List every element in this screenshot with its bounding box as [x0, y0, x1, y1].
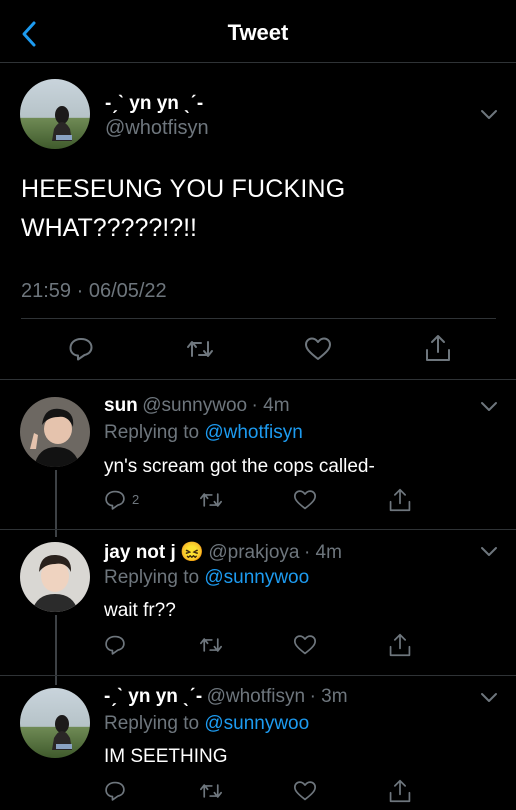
retweet-button[interactable] — [199, 634, 223, 656]
avatar[interactable] — [20, 79, 90, 149]
retweet-icon — [200, 784, 222, 798]
name-emoji: 😖 — [180, 542, 204, 563]
reply-age[interactable]: · 3m — [310, 686, 348, 707]
reply-age[interactable]: · 4m — [304, 542, 342, 563]
retweet-icon — [187, 341, 213, 357]
reply-header: jay not j 😖 @prakjoya · 4m — [104, 540, 342, 564]
reply-handle[interactable]: @sunnywoo — [142, 395, 247, 416]
share-icon — [389, 779, 411, 803]
reply-icon — [105, 490, 125, 510]
caret-down-icon — [481, 402, 497, 411]
caret-down-icon — [481, 110, 497, 119]
reply-count: 2 — [132, 492, 140, 507]
caret-down-icon — [481, 547, 497, 556]
retweet-button[interactable] — [199, 489, 223, 511]
reply-icon — [69, 338, 93, 361]
like-icon — [293, 635, 316, 655]
like-button[interactable] — [304, 336, 332, 362]
avatar[interactable] — [20, 542, 90, 612]
replying-to-link[interactable]: @sunnywoo — [204, 567, 309, 588]
tweet-text-line1: HEESEUNG YOU FUCKING — [21, 175, 346, 203]
retweet-button[interactable] — [186, 336, 214, 362]
like-icon — [293, 490, 316, 510]
retweet-icon — [200, 638, 222, 652]
reply-display-name[interactable]: -ˏˋ yn yn ˎˊ- — [104, 686, 202, 707]
replying-to: Replying to @sunnywoo — [104, 567, 309, 589]
like-icon — [305, 337, 331, 360]
share-icon — [389, 488, 411, 512]
replying-to: Replying to @sunnywoo — [104, 713, 309, 735]
actions-divider — [0, 379, 516, 380]
page-title: Tweet — [227, 20, 289, 45]
avatar[interactable] — [20, 688, 90, 758]
reply-divider — [0, 529, 516, 530]
like-icon — [293, 781, 316, 801]
author-display-name[interactable]: -ˏˋ yn yn ˎˊ- — [105, 93, 203, 115]
share-button[interactable] — [388, 487, 412, 513]
reply-text: wait fr?? — [104, 600, 176, 621]
retweet-icon — [200, 493, 222, 507]
caret-down-icon — [481, 693, 497, 702]
avatar[interactable] — [20, 397, 90, 467]
reply-age[interactable]: · 4m — [252, 395, 290, 416]
reply-button[interactable]: 2 — [104, 489, 148, 511]
reply-text: IM SEETHING — [104, 746, 228, 767]
reply-divider — [0, 675, 516, 676]
share-icon — [426, 335, 450, 361]
more-options-button[interactable] — [478, 687, 500, 709]
like-button[interactable] — [293, 780, 317, 802]
reply-display-name[interactable]: jay not j — [104, 542, 176, 563]
share-button[interactable] — [388, 632, 412, 658]
share-button[interactable] — [424, 333, 452, 363]
reply-text: yn's scream got the cops called- — [104, 456, 375, 477]
like-button[interactable] — [293, 489, 317, 511]
reply-button[interactable] — [104, 634, 128, 656]
header-divider — [0, 62, 516, 63]
tweet-timestamp[interactable]: 21:59 · 06/05/22 — [21, 280, 167, 303]
replying-to: Replying to @whotfisyn — [104, 422, 303, 444]
reply-button[interactable] — [68, 336, 94, 362]
thread-connector — [55, 470, 57, 537]
more-options-button[interactable] — [478, 104, 500, 126]
share-button[interactable] — [388, 778, 412, 804]
reply-header: -ˏˋ yn yn ˎˊ- @whotfisyn · 3m — [104, 686, 348, 708]
replying-to-link[interactable]: @sunnywoo — [204, 713, 309, 734]
reply-icon — [105, 781, 125, 801]
retweet-button[interactable] — [199, 780, 223, 802]
reply-display-name[interactable]: sun — [104, 395, 138, 416]
replying-to-link[interactable]: @whotfisyn — [204, 422, 303, 443]
reply-header: sun @sunnywoo · 4m — [104, 395, 290, 417]
more-options-button[interactable] — [478, 396, 500, 418]
reply-icon — [105, 635, 125, 655]
like-button[interactable] — [293, 634, 317, 656]
reply-handle[interactable]: @prakjoya — [208, 542, 299, 563]
reply-button[interactable] — [104, 780, 128, 802]
share-icon — [389, 633, 411, 657]
reply-handle[interactable]: @whotfisyn — [207, 686, 306, 707]
replying-prefix: Replying to — [104, 567, 200, 588]
replying-prefix: Replying to — [104, 713, 200, 734]
author-handle[interactable]: @whotfisyn — [105, 117, 209, 140]
timestamp-divider — [21, 318, 496, 319]
tweet-text-line2: WHAT?????!?!! — [21, 214, 198, 242]
more-options-button[interactable] — [478, 541, 500, 563]
replying-prefix: Replying to — [104, 422, 200, 443]
